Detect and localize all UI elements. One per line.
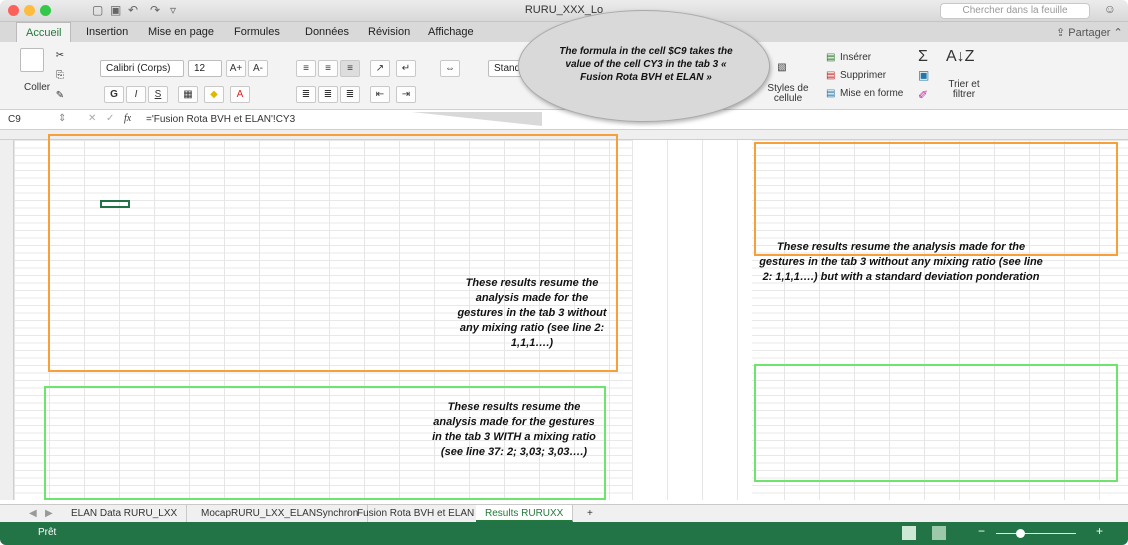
delete-label[interactable]: Supprimer [840, 70, 886, 81]
zoom-slider[interactable] [996, 533, 1076, 534]
font-name-select[interactable]: Calibri (Corps) [100, 60, 184, 77]
zoom-in-icon[interactable]: + [1096, 524, 1103, 538]
tab-donnees[interactable]: Données [305, 26, 349, 38]
cell-styles-label[interactable]: Styles de cellule [764, 84, 812, 104]
sort-filter-icon[interactable]: A↓Z [946, 48, 974, 66]
zoom-out-icon[interactable]: − [978, 524, 985, 538]
tab-insertion[interactable]: Insertion [86, 26, 128, 38]
align-center-icon[interactable]: ≣ [318, 86, 338, 103]
name-box-stepper-icon[interactable]: ⇕ [58, 113, 66, 124]
format-painter-icon[interactable]: ✎ [50, 88, 70, 105]
normal-view-icon[interactable] [902, 526, 916, 540]
sheet-grid[interactable]: These results resume the analysis made f… [0, 130, 1128, 500]
green-highlight-right [754, 364, 1118, 482]
sheet-tab-mocap[interactable]: MocapRURU_LXX_ELANSynchron [192, 505, 369, 522]
cancel-icon[interactable]: ✕ [88, 113, 96, 124]
share-button[interactable]: ⇪ Partager ⌃ [1056, 26, 1123, 39]
status-text: Prêt [38, 527, 57, 538]
note-green-left: These results resume the analysis made f… [432, 401, 596, 458]
excel-window: ▢ ▣ ↶ ↷ ▿ RURU_XXX_Lo Chercher dans la f… [0, 0, 1128, 545]
underline-button[interactable]: S [148, 86, 168, 103]
add-sheet-icon[interactable]: + [578, 505, 602, 522]
indent-decrease-icon[interactable]: ⇤ [370, 86, 390, 103]
formula-bar: C9 ⇕ ✕ ✓ fx ='Fusion Rota BVH et ELAN'!C… [0, 110, 1128, 130]
page-layout-view-icon[interactable] [932, 526, 946, 540]
confirm-icon[interactable]: ✓ [106, 113, 114, 124]
align-right-icon[interactable]: ≣ [340, 86, 360, 103]
sheet-tab-bar: ◀ ▶ ELAN Data RURU_LXX MocapRURU_LXX_ELA… [0, 504, 1128, 522]
insert-label[interactable]: Insérer [840, 52, 871, 63]
insert-icon[interactable]: ▤ [826, 52, 835, 63]
name-box[interactable]: C9 [8, 114, 21, 125]
cut-icon[interactable]: ✂ [50, 48, 70, 65]
tab-accueil[interactable]: Accueil [16, 22, 72, 42]
format-label[interactable]: Mise en forme [840, 88, 903, 99]
empty-columns [632, 140, 752, 500]
align-middle-icon[interactable]: ≡ [318, 60, 338, 77]
tab-affichage[interactable]: Affichage [428, 26, 474, 38]
tab-revision[interactable]: Révision [368, 26, 410, 38]
callout-bubble: The formula in the cell $C9 takes the va… [518, 10, 770, 122]
increase-font-button[interactable]: A+ [226, 60, 246, 77]
formula-input[interactable]: ='Fusion Rota BVH et ELAN'!CY3 [146, 114, 295, 125]
italic-button[interactable]: I [126, 86, 146, 103]
format-icon[interactable]: ▤ [826, 88, 835, 99]
callout-text: The formula in the cell $C9 takes the va… [559, 46, 733, 83]
search-input[interactable]: Chercher dans la feuille [940, 3, 1090, 19]
clear-icon[interactable]: ✐ [918, 88, 928, 102]
row-headers [0, 140, 14, 500]
copy-icon[interactable]: ⎘ [50, 68, 70, 85]
paste-label[interactable]: Coller [24, 82, 50, 93]
sheet-tab-results[interactable]: Results RURUXX [476, 505, 574, 522]
zoom-slider-thumb[interactable] [1016, 529, 1025, 538]
sheet-tab-elan-data[interactable]: ELAN Data RURU_LXX [62, 505, 188, 522]
wrap-text-icon[interactable]: ↵ [396, 60, 416, 77]
next-sheet-icon[interactable]: ▶ [36, 505, 62, 522]
font-size-select[interactable]: 12 [188, 60, 222, 77]
font-color-icon[interactable]: A [230, 86, 250, 103]
decrease-font-button[interactable]: A- [248, 60, 268, 77]
borders-icon[interactable]: ▦ [178, 86, 198, 103]
share-label: Partager [1068, 27, 1111, 39]
autosum-icon[interactable]: Σ [918, 48, 928, 66]
indent-increase-icon[interactable]: ⇥ [396, 86, 416, 103]
align-left-icon[interactable]: ≣ [296, 86, 316, 103]
status-bar: Prêt − + [0, 522, 1128, 545]
delete-icon[interactable]: ▤ [826, 70, 835, 81]
paste-icon[interactable] [20, 48, 44, 72]
align-top-icon[interactable]: ≡ [296, 60, 316, 77]
align-bottom-icon[interactable]: ≡ [340, 60, 360, 77]
bold-button[interactable]: G [104, 86, 124, 103]
orange-highlight-right [754, 142, 1118, 256]
merge-icon[interactable]: ⇔ [440, 60, 460, 77]
sheet-tab-fusion[interactable]: Fusion Rota BVH et ELAN [348, 505, 485, 522]
account-icon[interactable]: ☺ [1104, 2, 1116, 16]
sort-filter-label[interactable]: Trier et filtrer [944, 80, 984, 100]
fill-color-icon[interactable]: ◆ [204, 86, 224, 103]
note-orange-left: These results resume the analysis made f… [457, 277, 607, 349]
fill-icon[interactable]: ▣ [918, 68, 929, 82]
cell-styles-icon[interactable]: ▧ [772, 60, 792, 77]
note-orange-right: These results resume the analysis made f… [759, 241, 1043, 283]
orientation-icon[interactable]: ↗ [370, 60, 390, 77]
function-icon[interactable]: fx [124, 113, 131, 124]
tab-formules[interactable]: Formules [234, 26, 280, 38]
callout-pointer [412, 112, 542, 126]
title-bar: ▢ ▣ ↶ ↷ ▿ RURU_XXX_Lo Chercher dans la f… [0, 0, 1128, 22]
tab-mise-en-page[interactable]: Mise en page [148, 26, 214, 38]
